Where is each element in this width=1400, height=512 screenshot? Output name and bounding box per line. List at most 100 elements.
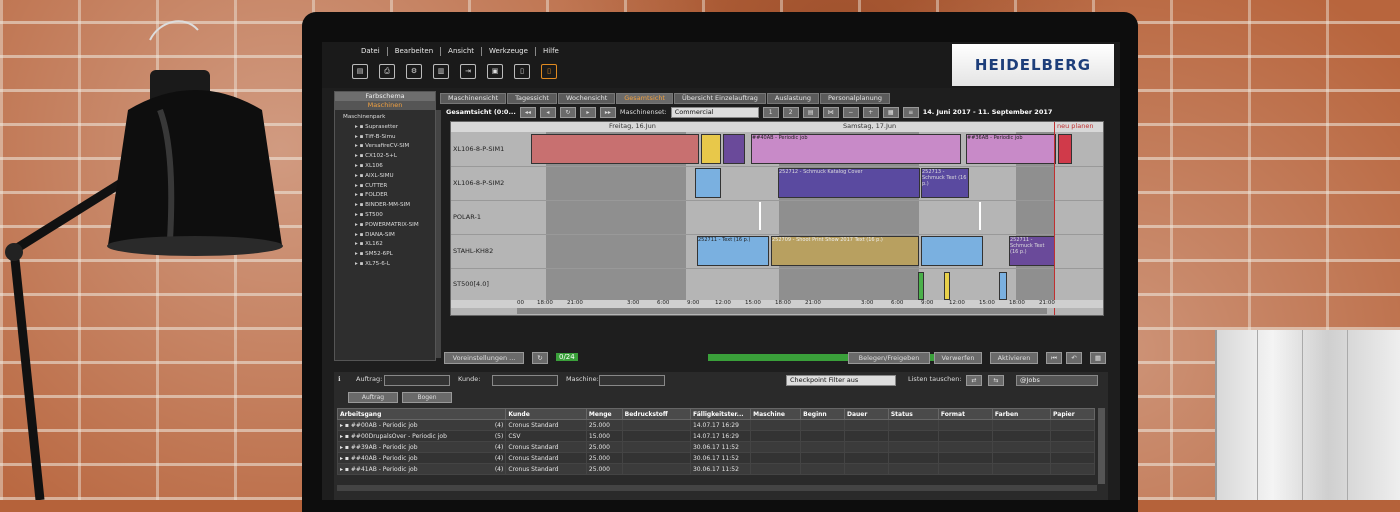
job-bar[interactable] — [944, 272, 950, 300]
jobs-select[interactable]: @Jobs — [1016, 375, 1098, 386]
view-1-button[interactable]: 1 — [762, 106, 779, 118]
tree-scrollbar[interactable] — [436, 110, 441, 358]
activate-button[interactable]: Aktivieren — [990, 352, 1038, 364]
tree-item[interactable]: Suprasetter — [343, 123, 435, 133]
col-header[interactable]: Arbeitsgang — [336, 408, 507, 420]
zoom-out-icon[interactable]: − — [842, 106, 859, 118]
discard-button[interactable]: Verwerfen — [934, 352, 982, 364]
col-header[interactable]: Dauer — [844, 408, 889, 420]
job-bar[interactable]: ##40AB - Periodic job — [751, 134, 961, 164]
menu-werkzeuge[interactable]: Werkzeuge — [482, 47, 536, 56]
menu-ansicht[interactable]: Ansicht — [441, 47, 483, 56]
col-header[interactable]: Menge — [585, 408, 623, 420]
highlight-page-icon[interactable]: ▯ — [541, 64, 557, 79]
tree-item[interactable]: FOLDER — [343, 191, 435, 201]
job-bar[interactable]: ##36AB - Periodic job — [966, 134, 1056, 164]
job-cell[interactable]: ▸ ▪ ##00DrupalsOver - Periodic job (5) — [336, 430, 507, 442]
table-row[interactable]: ▸ ▪ ##39AB - Periodic job (4) Cronus Sta… — [336, 441, 1095, 453]
layout-icon[interactable]: ▦ — [1090, 352, 1106, 364]
tab-auslastung[interactable]: Auslastung — [766, 93, 819, 104]
tab-maschinensicht[interactable]: Maschinensicht — [440, 93, 507, 104]
job-bar[interactable] — [921, 236, 983, 266]
tree-item[interactable]: DIANA-SIM — [343, 231, 435, 241]
grid-icon[interactable]: ▦ — [882, 106, 899, 118]
menu-datei[interactable]: Datei — [354, 47, 388, 56]
job-bar[interactable] — [1058, 134, 1072, 164]
col-header[interactable]: Beginn — [800, 408, 845, 420]
job-bar[interactable]: 252713 - Schmuck Text (16 p.) — [921, 168, 969, 198]
order-input[interactable] — [384, 375, 450, 386]
job-bar[interactable] — [999, 272, 1007, 300]
customer-input[interactable] — [492, 375, 558, 386]
table-vertical-scrollbar[interactable] — [1098, 408, 1105, 484]
tree-item[interactable]: AIXL-SIMU — [343, 172, 435, 182]
tree-item[interactable]: CX102-5+L — [343, 152, 435, 162]
gantt-scrollbar[interactable] — [517, 308, 1047, 314]
factory-icon[interactable]: ▥ — [433, 64, 449, 79]
job-cell[interactable]: ▸ ▪ ##39AB - Periodic job (4) — [336, 441, 507, 453]
network-icon[interactable]: ⋈ — [822, 106, 839, 118]
job-bar[interactable]: 252711 - Text (16 p.) — [697, 236, 769, 266]
job-bar[interactable] — [918, 272, 924, 300]
group-order-button[interactable]: Auftrag — [348, 392, 398, 403]
table-row[interactable]: ▸ ▪ ##00DrupalsOver - Periodic job (5) C… — [336, 430, 1095, 442]
tree-item[interactable]: VersafireCV-SIM — [343, 142, 435, 152]
prev-icon[interactable]: ◂ — [539, 106, 556, 118]
job-bar[interactable]: 252712 - Schmuck Katalog Cover — [778, 168, 920, 198]
checkpoint-filter-select[interactable]: Checkpoint Filter aus — [786, 375, 896, 386]
tab-uebersicht-einzelauftrag[interactable]: Übersicht Einzelauftrag — [674, 93, 766, 104]
first-icon[interactable]: ◂◂ — [519, 106, 536, 118]
last-icon[interactable]: ▸▸ — [599, 106, 616, 118]
tree-root[interactable]: Maschinenpark — [343, 113, 435, 123]
next-icon[interactable]: ▸ — [579, 106, 596, 118]
col-header[interactable]: Fälligkeitster... — [689, 408, 752, 420]
job-cell[interactable]: ▸ ▪ ##40AB - Periodic job (4) — [336, 452, 507, 464]
doc-icon[interactable]: ▤ — [802, 106, 819, 118]
page-icon[interactable]: ▯ — [514, 64, 530, 79]
tree-item[interactable]: POWERMATRIX-SIM — [343, 221, 435, 231]
tab-tagessicht[interactable]: Tagessicht — [507, 93, 557, 104]
settings-icon[interactable]: ⚙ — [406, 64, 422, 79]
col-header[interactable]: Farben — [991, 408, 1052, 420]
table-row[interactable]: ▸ ▪ ##40AB - Periodic job (4) Cronus Sta… — [336, 452, 1095, 464]
tab-wochensicht[interactable]: Wochensicht — [557, 93, 616, 104]
tree-item[interactable]: BINDER-MM-SIM — [343, 201, 435, 211]
document-icon[interactable]: ▤ — [352, 64, 368, 79]
tree-item[interactable]: Tiff-B-Simu — [343, 133, 435, 143]
undo-icon[interactable]: ↶ — [1066, 352, 1082, 364]
job-cell[interactable]: ▸ ▪ ##41AB - Periodic job (4) — [336, 463, 507, 475]
table-row[interactable]: ▸ ▪ ##00AB - Periodic job (4) Cronus Sta… — [336, 419, 1095, 431]
list-icon[interactable]: ≡ — [902, 106, 919, 118]
col-header[interactable]: Kunde — [505, 408, 587, 420]
col-header[interactable]: Papier — [1050, 408, 1095, 420]
tab-gesamtsicht[interactable]: Gesamtsicht — [616, 93, 673, 104]
col-header[interactable]: Bedruckstoff — [621, 408, 691, 420]
menu-bearbeiten[interactable]: Bearbeiten — [388, 47, 442, 56]
machines-header[interactable]: Maschinen — [335, 101, 435, 110]
job-bar[interactable]: 252709 - Shoot Print Show 2017 Text (16 … — [771, 236, 919, 266]
tree-item[interactable]: SM52-6PL — [343, 250, 435, 260]
tree-item[interactable]: ST500 — [343, 211, 435, 221]
refresh-icon[interactable]: ↻ — [532, 352, 548, 364]
presets-button[interactable]: Voreinstellungen ... — [444, 352, 524, 364]
col-header[interactable]: Maschine — [750, 408, 802, 420]
job-bar[interactable] — [695, 168, 721, 198]
tree-item[interactable]: XL106 — [343, 162, 435, 172]
swap-icon[interactable]: ⇄ — [966, 375, 982, 386]
job-bar[interactable] — [701, 134, 721, 164]
printer-icon[interactable]: ▣ — [487, 64, 503, 79]
menu-hilfe[interactable]: Hilfe — [536, 47, 566, 56]
table-row[interactable]: ▸ ▪ ##41AB - Periodic job (4) Cronus Sta… — [336, 463, 1095, 475]
job-bar[interactable]: 252711 - Schmuck Text (16 p.) — [1009, 236, 1055, 266]
assign-button[interactable]: Belegen/Freigeben — [848, 352, 930, 364]
col-header[interactable]: Status — [887, 408, 939, 420]
machine-input[interactable] — [599, 375, 665, 386]
job-bar[interactable] — [531, 134, 699, 164]
machine-set-select[interactable]: Commercial — [670, 106, 759, 118]
job-bar[interactable] — [723, 134, 745, 164]
color-scheme-header[interactable]: Farbschema — [335, 92, 435, 101]
job-bar[interactable] — [759, 202, 761, 230]
group-sheet-button[interactable]: Bogen — [402, 392, 452, 403]
table-horizontal-scrollbar[interactable] — [337, 485, 1097, 491]
swap-icon-2[interactable]: ⇆ — [988, 375, 1004, 386]
